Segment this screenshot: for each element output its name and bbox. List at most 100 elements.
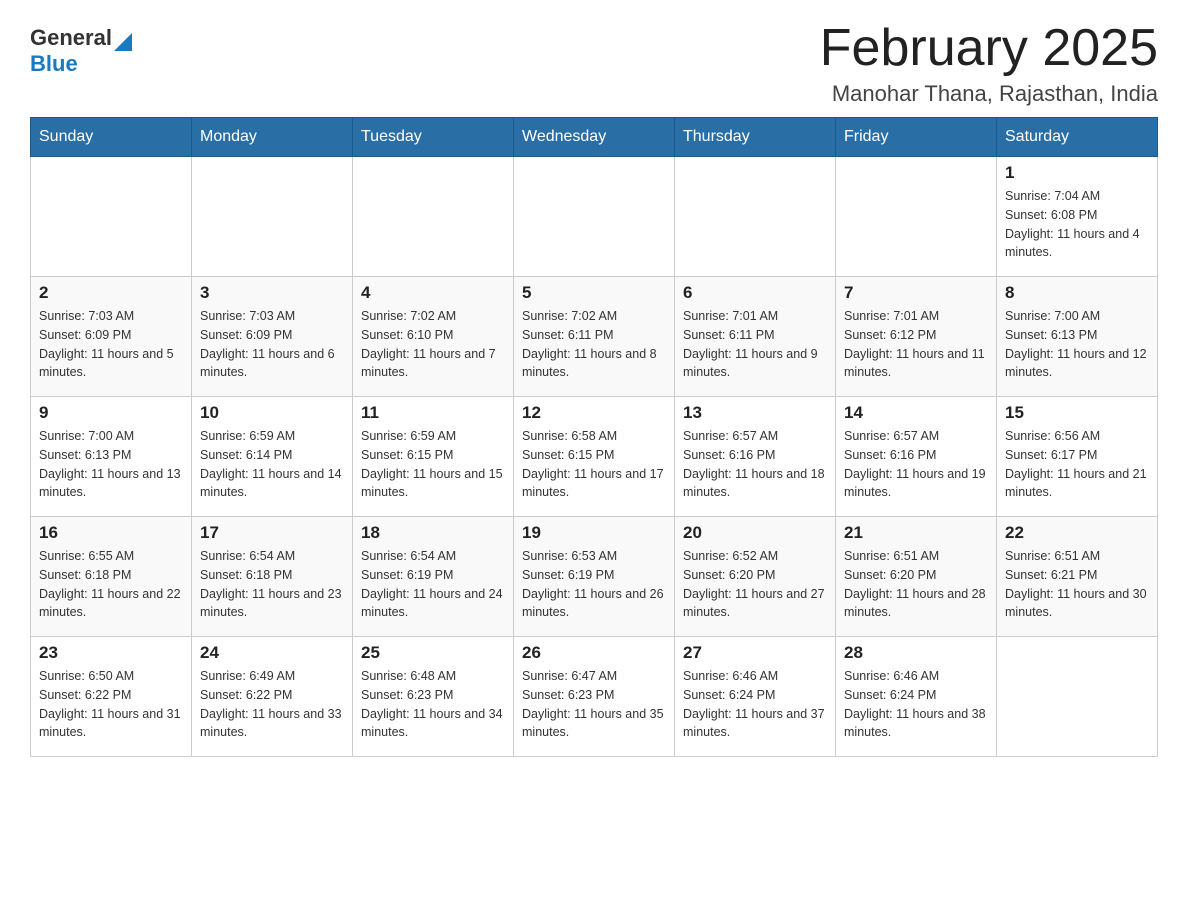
calendar-cell-w4-d1: 17Sunrise: 6:54 AMSunset: 6:18 PMDayligh… [192, 517, 353, 637]
day-info: Sunrise: 6:48 AMSunset: 6:23 PMDaylight:… [361, 667, 505, 742]
day-info: Sunrise: 7:01 AMSunset: 6:11 PMDaylight:… [683, 307, 827, 382]
day-info: Sunrise: 6:54 AMSunset: 6:18 PMDaylight:… [200, 547, 344, 622]
day-info: Sunrise: 7:00 AMSunset: 6:13 PMDaylight:… [39, 427, 183, 502]
calendar-cell-w4-d5: 21 Sunrise: 6:51 AMSunset: 6:20 PMDayligh… [836, 517, 997, 637]
header-saturday: Saturday [997, 118, 1158, 157]
day-info: Sunrise: 7:01 AMSunset: 6:12 PMDaylight:… [844, 307, 988, 382]
calendar-week-2: 2 Sunrise: 7:03 AMSunset: 6:09 PMDaylight… [31, 277, 1158, 397]
day-info: Sunrise: 6:55 AMSunset: 6:18 PMDaylight:… [39, 547, 183, 622]
calendar-cell-w1-d1 [192, 157, 353, 277]
day-number: 19 [522, 523, 666, 543]
month-title: February 2025 [820, 20, 1158, 77]
day-number: 11 [361, 403, 505, 423]
day-info: Sunrise: 7:02 AMSunset: 6:10 PMDaylight:… [361, 307, 505, 382]
day-number: 2 [39, 283, 183, 303]
calendar-cell-w1-d4 [675, 157, 836, 277]
calendar-cell-w4-d4: 20 Sunrise: 6:52 AMSunset: 6:20 PMDayligh… [675, 517, 836, 637]
calendar-cell-w3-d3: 12 Sunrise: 6:58 AMSunset: 6:15 PMDayligh… [514, 397, 675, 517]
page-header: General Blue February 2025 Manohar Thana… [30, 20, 1158, 107]
calendar-cell-w3-d2: 11 Sunrise: 6:59 AMSunset: 6:15 PMDayligh… [353, 397, 514, 517]
calendar-header-row: Sunday Monday Tuesday Wednesday Thursday… [31, 118, 1158, 157]
day-number: 12 [522, 403, 666, 423]
day-number: 14 [844, 403, 988, 423]
day-number: 27 [683, 643, 827, 663]
calendar-cell-w5-d5: 28 Sunrise: 6:46 AMSunset: 6:24 PMDayligh… [836, 637, 997, 757]
day-number: 16 [39, 523, 183, 543]
calendar-cell-w1-d0 [31, 157, 192, 277]
day-info: Sunrise: 6:46 AMSunset: 6:24 PMDaylight:… [844, 667, 988, 742]
calendar-cell-w2-d1: 3Sunrise: 7:03 AMSunset: 6:09 PMDaylight… [192, 277, 353, 397]
day-info: Sunrise: 6:46 AMSunset: 6:24 PMDaylight:… [683, 667, 827, 742]
calendar-cell-w4-d3: 19 Sunrise: 6:53 AMSunset: 6:19 PMDayligh… [514, 517, 675, 637]
logo-triangle-icon [114, 33, 132, 51]
day-info: Sunrise: 6:57 AMSunset: 6:16 PMDaylight:… [844, 427, 988, 502]
calendar-cell-w1-d5 [836, 157, 997, 277]
day-number: 10 [200, 403, 344, 423]
calendar-cell-w2-d4: 6 Sunrise: 7:01 AMSunset: 6:11 PMDaylight… [675, 277, 836, 397]
day-info: Sunrise: 7:04 AMSunset: 6:08 PMDaylight:… [1005, 187, 1149, 262]
day-info: Sunrise: 6:58 AMSunset: 6:15 PMDaylight:… [522, 427, 666, 502]
calendar-cell-w5-d0: 23 Sunrise: 6:50 AMSunset: 6:22 PMDayligh… [31, 637, 192, 757]
day-info: Sunrise: 6:49 AMSunset: 6:22 PMDaylight:… [200, 667, 344, 742]
day-number: 24 [200, 643, 344, 663]
calendar-cell-w5-d6 [997, 637, 1158, 757]
logo: General Blue [30, 25, 132, 77]
day-number: 18 [361, 523, 505, 543]
day-info: Sunrise: 7:02 AMSunset: 6:11 PMDaylight:… [522, 307, 666, 382]
day-info: Sunrise: 6:47 AMSunset: 6:23 PMDaylight:… [522, 667, 666, 742]
calendar-week-5: 23 Sunrise: 6:50 AMSunset: 6:22 PMDayligh… [31, 637, 1158, 757]
day-number: 7 [844, 283, 988, 303]
day-info: Sunrise: 6:51 AMSunset: 6:20 PMDaylight:… [844, 547, 988, 622]
day-number: 20 [683, 523, 827, 543]
header-thursday: Thursday [675, 118, 836, 157]
header-friday: Friday [836, 118, 997, 157]
calendar-cell-w2-d0: 2 Sunrise: 7:03 AMSunset: 6:09 PMDaylight… [31, 277, 192, 397]
calendar-week-1: 1 Sunrise: 7:04 AMSunset: 6:08 PMDaylight… [31, 157, 1158, 277]
calendar-cell-w2-d2: 4 Sunrise: 7:02 AMSunset: 6:10 PMDaylight… [353, 277, 514, 397]
day-info: Sunrise: 6:59 AMSunset: 6:14 PMDaylight:… [200, 427, 344, 502]
calendar-cell-w4-d6: 22 Sunrise: 6:51 AMSunset: 6:21 PMDayligh… [997, 517, 1158, 637]
calendar-cell-w4-d0: 16 Sunrise: 6:55 AMSunset: 6:18 PMDayligh… [31, 517, 192, 637]
day-number: 13 [683, 403, 827, 423]
header-sunday: Sunday [31, 118, 192, 157]
header-wednesday: Wednesday [514, 118, 675, 157]
day-info: Sunrise: 7:03 AMSunset: 6:09 PMDaylight:… [39, 307, 183, 382]
day-number: 8 [1005, 283, 1149, 303]
day-number: 23 [39, 643, 183, 663]
day-info: Sunrise: 6:53 AMSunset: 6:19 PMDaylight:… [522, 547, 666, 622]
title-section: February 2025 Manohar Thana, Rajasthan, … [820, 20, 1158, 107]
day-number: 5 [522, 283, 666, 303]
day-number: 26 [522, 643, 666, 663]
day-number: 4 [361, 283, 505, 303]
calendar-cell-w3-d1: 10 Sunrise: 6:59 AMSunset: 6:14 PMDayligh… [192, 397, 353, 517]
day-number: 28 [844, 643, 988, 663]
header-monday: Monday [192, 118, 353, 157]
day-number: 3 [200, 283, 344, 303]
calendar-cell-w2-d3: 5 Sunrise: 7:02 AMSunset: 6:11 PMDaylight… [514, 277, 675, 397]
day-number: 9 [39, 403, 183, 423]
header-tuesday: Tuesday [353, 118, 514, 157]
calendar-cell-w1-d3 [514, 157, 675, 277]
day-number: 21 [844, 523, 988, 543]
day-number: 1 [1005, 163, 1149, 183]
day-info: Sunrise: 6:59 AMSunset: 6:15 PMDaylight:… [361, 427, 505, 502]
calendar-cell-w5-d3: 26 Sunrise: 6:47 AMSunset: 6:23 PMDayligh… [514, 637, 675, 757]
calendar-cell-w4-d2: 18Sunrise: 6:54 AMSunset: 6:19 PMDayligh… [353, 517, 514, 637]
calendar-cell-w3-d4: 13Sunrise: 6:57 AMSunset: 6:16 PMDayligh… [675, 397, 836, 517]
calendar-cell-w5-d1: 24 Sunrise: 6:49 AMSunset: 6:22 PMDayligh… [192, 637, 353, 757]
calendar-cell-w3-d5: 14 Sunrise: 6:57 AMSunset: 6:16 PMDayligh… [836, 397, 997, 517]
day-info: Sunrise: 6:56 AMSunset: 6:17 PMDaylight:… [1005, 427, 1149, 502]
day-number: 22 [1005, 523, 1149, 543]
day-info: Sunrise: 6:50 AMSunset: 6:22 PMDaylight:… [39, 667, 183, 742]
calendar-week-4: 16 Sunrise: 6:55 AMSunset: 6:18 PMDayligh… [31, 517, 1158, 637]
calendar-week-3: 9 Sunrise: 7:00 AMSunset: 6:13 PMDaylight… [31, 397, 1158, 517]
day-info: Sunrise: 6:51 AMSunset: 6:21 PMDaylight:… [1005, 547, 1149, 622]
logo-general-text: General [30, 25, 112, 51]
day-info: Sunrise: 7:00 AMSunset: 6:13 PMDaylight:… [1005, 307, 1149, 382]
calendar-cell-w1-d2 [353, 157, 514, 277]
calendar-cell-w3-d6: 15Sunrise: 6:56 AMSunset: 6:17 PMDayligh… [997, 397, 1158, 517]
calendar-table: Sunday Monday Tuesday Wednesday Thursday… [30, 117, 1158, 757]
location-title: Manohar Thana, Rajasthan, India [820, 81, 1158, 107]
day-number: 6 [683, 283, 827, 303]
day-info: Sunrise: 6:52 AMSunset: 6:20 PMDaylight:… [683, 547, 827, 622]
